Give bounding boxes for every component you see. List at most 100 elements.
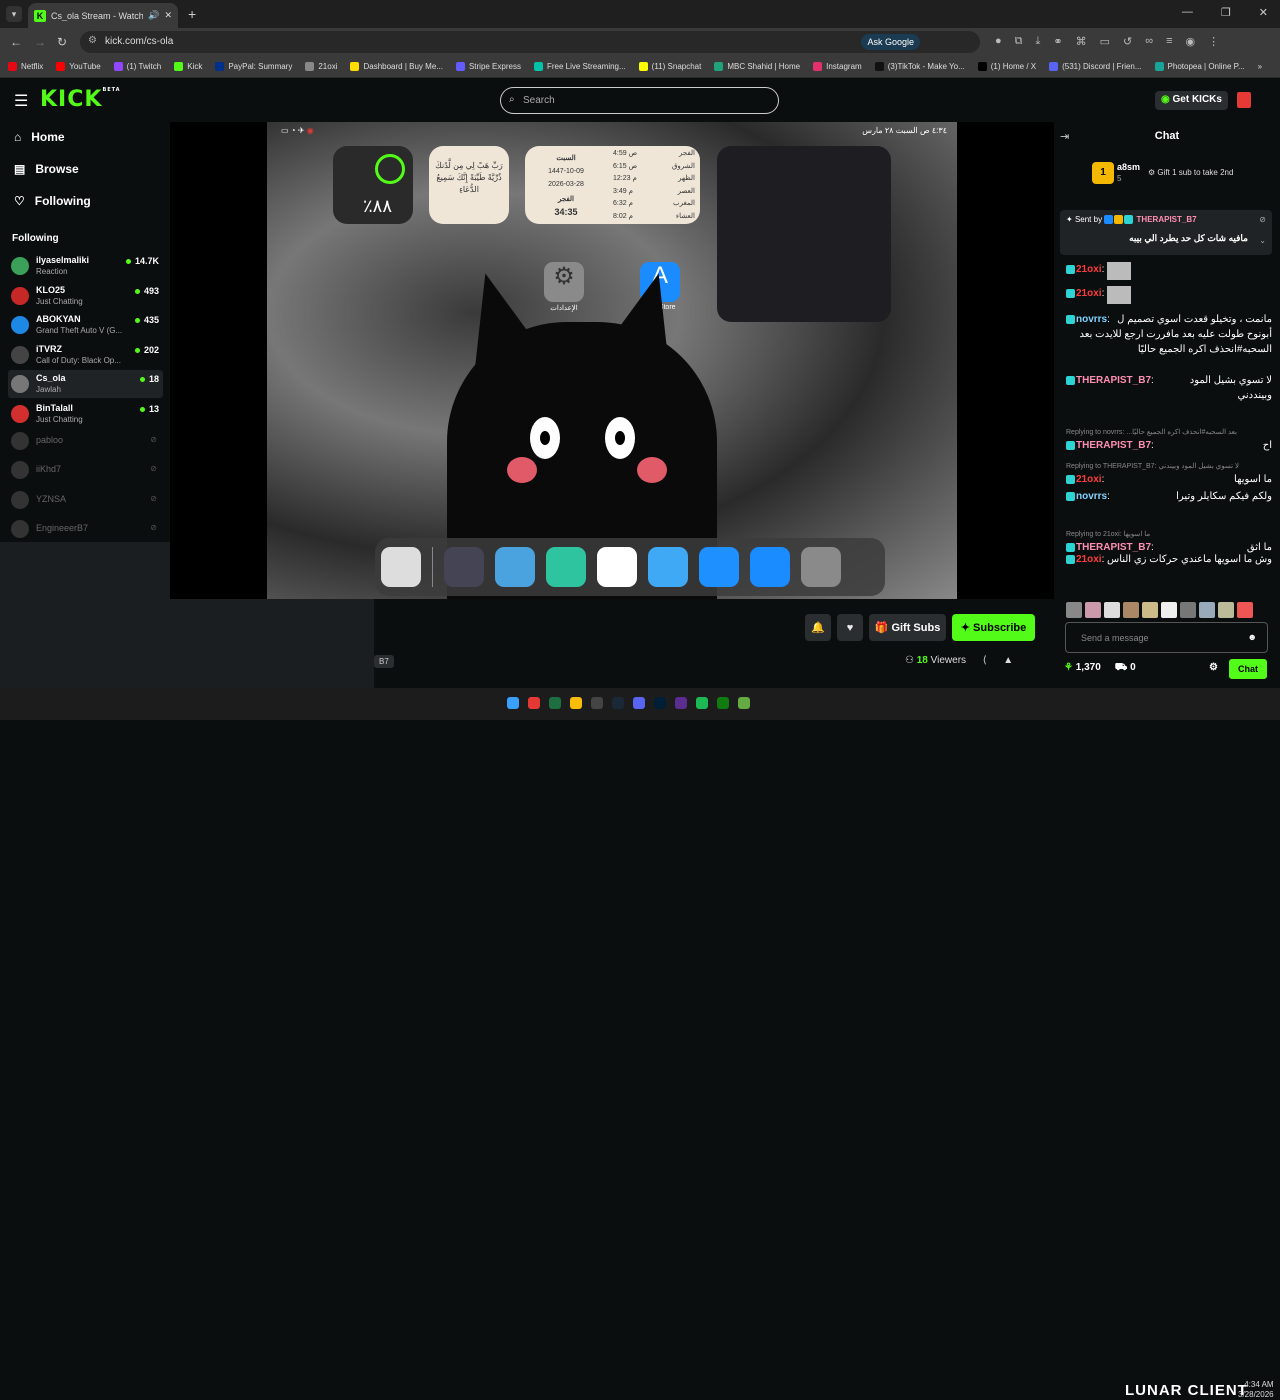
chat-username[interactable]: 21oxi xyxy=(1076,552,1102,567)
followed-channel[interactable]: ilyaselmaliki Reaction 14.7K xyxy=(8,252,163,280)
menu-lines-icon[interactable]: ≡ xyxy=(1166,35,1172,48)
chat-username[interactable]: THERAPIST_B7 xyxy=(1076,438,1151,453)
bookmark-item[interactable]: Stripe Express xyxy=(455,62,521,71)
chat-input[interactable]: Send a message ☻ xyxy=(1065,622,1268,653)
puzzle-icon[interactable]: ⧉ xyxy=(1015,35,1023,48)
minimize-icon[interactable]: — xyxy=(1182,6,1193,19)
bookmark-item[interactable]: (1) Twitch xyxy=(113,62,161,71)
call-of-duty-icon[interactable] xyxy=(444,547,484,587)
follow-heart-button[interactable]: ♥ xyxy=(837,614,863,641)
offline-channel[interactable]: iiKhd7 ⊘ xyxy=(8,456,163,484)
chatter-avatar[interactable] xyxy=(1161,602,1177,618)
emoji-icon[interactable]: ☻ xyxy=(1248,632,1257,642)
chat-message[interactable]: novrrs: ولكم فيكم سكايلر وتيرا xyxy=(1066,489,1272,504)
back-icon[interactable]: ← xyxy=(10,35,22,49)
chat-message[interactable]: THERAPIST_B7: لا تسوي بشيل المود وبينددني xyxy=(1066,373,1272,403)
steam-icon[interactable] xyxy=(612,697,624,709)
drops-count[interactable]: 0 xyxy=(1130,662,1136,673)
chat-message[interactable]: 21oxi: ما اسويها xyxy=(1066,472,1272,487)
bookmark-item[interactable]: (11) Snapchat xyxy=(638,62,701,71)
maximize-icon[interactable]: ❐ xyxy=(1221,6,1231,19)
chat-message[interactable]: novrrs: مانمت ، وتخيلو قعدت اسوي تصميم ل … xyxy=(1066,312,1272,357)
app-icon[interactable] xyxy=(546,547,586,587)
nav-following[interactable]: ♡ Following xyxy=(14,194,91,208)
followed-channel[interactable]: KLO25 Just Chatting 493 xyxy=(8,282,163,310)
bookmark-item[interactable]: Instagram xyxy=(813,62,862,71)
chatter-avatar[interactable] xyxy=(1199,602,1215,618)
app-store-dock-icon[interactable] xyxy=(750,547,790,587)
chat-username[interactable]: 21oxi xyxy=(1076,262,1102,277)
reply-context[interactable]: Replying to 21oxi: ما اسويها xyxy=(1066,530,1271,538)
bookmark-item[interactable]: MBC Shahid | Home xyxy=(714,62,800,71)
nav-home[interactable]: ⌂ Home xyxy=(14,130,65,144)
more-menu-icon[interactable]: ⋮ xyxy=(1208,35,1219,48)
kick-logo[interactable]: KICKBETA xyxy=(40,87,121,112)
report-icon[interactable]: ▲ xyxy=(1003,655,1013,666)
translate-icon[interactable]: ⌘ xyxy=(1076,35,1087,48)
chat-message[interactable]: THERAPIST_B7: اح xyxy=(1066,438,1272,453)
subscribe-button[interactable]: ✦ Subscribe xyxy=(952,614,1035,641)
gift-subs-button[interactable]: 🎁 Gift Subs xyxy=(869,614,946,641)
audio-icon[interactable]: 🔊 xyxy=(148,10,159,21)
chat-send-button[interactable]: Chat xyxy=(1229,659,1267,679)
settings-app-icon[interactable]: ⚙ xyxy=(544,262,584,302)
chatter-avatar[interactable] xyxy=(1142,602,1158,618)
stream-tag[interactable]: B7 xyxy=(374,655,394,668)
pinned-message[interactable]: ✦ Sent by THERAPIST_B7 مافيه شات كل حد ي… xyxy=(1060,210,1272,255)
discord-icon[interactable] xyxy=(633,697,645,709)
site-info-icon[interactable]: ⚙ xyxy=(88,35,97,46)
offline-channel[interactable]: EngineeerB7 ⊘ xyxy=(8,515,163,543)
chat-message[interactable]: 21oxi: xyxy=(1066,286,1272,304)
followed-channel[interactable]: iTVRZ Call of Duty: Black Op... 202 xyxy=(8,341,163,369)
more-bookmarks-icon[interactable]: » xyxy=(1258,62,1262,71)
photos-icon[interactable] xyxy=(597,547,637,587)
bookmark-item[interactable]: Netflix xyxy=(8,62,43,71)
download-icon[interactable]: ⤓ xyxy=(1036,35,1041,48)
bookmark-item[interactable]: 21oxi xyxy=(305,62,337,71)
close-window-icon[interactable]: ✕ xyxy=(1259,6,1268,19)
chat-username[interactable]: THERAPIST_B7 xyxy=(1076,373,1151,388)
offline-channel[interactable]: YZNSA ⊘ xyxy=(8,486,163,514)
system-clock[interactable]: 4:34 AM 3/28/2026 xyxy=(1238,1380,1274,1400)
chatter-avatar[interactable] xyxy=(1237,602,1253,618)
extension-icon[interactable]: ⚭ xyxy=(1053,35,1062,48)
nav-browse[interactable]: ▤ Browse xyxy=(14,162,79,176)
chat-username[interactable]: novrrs xyxy=(1076,489,1107,504)
windows-start-icon[interactable] xyxy=(507,697,519,709)
chatter-avatar[interactable] xyxy=(1218,602,1234,618)
extension-icon[interactable]: ● xyxy=(995,35,1002,48)
chat-settings-icon[interactable]: ⚙ xyxy=(1209,662,1218,673)
bookmark-item[interactable]: (531) Discord | Frien... xyxy=(1049,62,1142,71)
bookmark-item[interactable]: PayPal: Summary xyxy=(215,62,292,71)
spotify-icon[interactable] xyxy=(696,697,708,709)
chatter-avatar[interactable] xyxy=(1123,602,1139,618)
app-icon[interactable] xyxy=(528,697,540,709)
bookmark-item[interactable]: Photopea | Online P... xyxy=(1154,62,1245,71)
offline-channel[interactable]: pabloo ⊘ xyxy=(8,427,163,455)
followed-channel[interactable]: BinTalall Just Chatting 13 xyxy=(8,400,163,428)
bookmark-item[interactable]: (1) Home / X xyxy=(977,62,1036,71)
link-icon[interactable]: ∞ xyxy=(1145,35,1153,48)
chat-message[interactable]: 21oxi: وش ما اسويها ماعندي حركات زي الناس xyxy=(1066,552,1272,567)
ask-google-button[interactable]: Ask Google xyxy=(861,34,920,50)
chat-message[interactable]: 21oxi: xyxy=(1066,262,1272,280)
files-icon[interactable] xyxy=(648,547,688,587)
sidebar-icon[interactable]: ▭ xyxy=(1100,35,1110,48)
bookmark-item[interactable]: YouTube xyxy=(56,62,101,71)
game-rooster-icon[interactable] xyxy=(495,547,535,587)
expand-chevron-icon[interactable]: ⌄ xyxy=(1259,236,1266,245)
leader-name[interactable]: a8sm xyxy=(1117,162,1140,172)
get-kicks-button[interactable]: ◉ Get KICKs xyxy=(1155,91,1228,110)
forward-icon[interactable]: → xyxy=(34,35,46,49)
visual-studio-icon[interactable] xyxy=(675,697,687,709)
chrome-icon[interactable] xyxy=(570,697,582,709)
gift-icon[interactable] xyxy=(1237,92,1251,108)
reload-icon[interactable]: ↻ xyxy=(57,35,67,49)
excel-icon[interactable] xyxy=(549,697,561,709)
browser-tab[interactable]: K Cs_ola Stream - Watch Live 🔊 ✕ xyxy=(28,3,178,28)
minecraft-icon[interactable] xyxy=(738,697,750,709)
gift-prompt[interactable]: ⚙ Gift 1 sub to take 2nd xyxy=(1148,168,1233,177)
chatter-avatar[interactable] xyxy=(1180,602,1196,618)
points-value[interactable]: 1,370 xyxy=(1076,662,1101,673)
chatter-avatar[interactable] xyxy=(1104,602,1120,618)
